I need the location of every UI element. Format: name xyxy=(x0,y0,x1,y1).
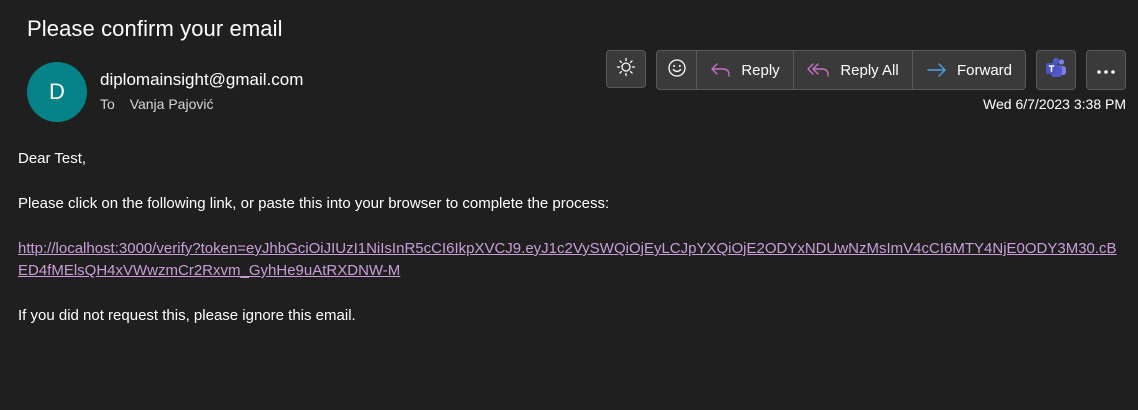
recipient-row: To Vanja Pajović xyxy=(100,96,213,112)
teams-button[interactable] xyxy=(1036,50,1076,90)
reply-icon xyxy=(710,61,732,79)
verify-link[interactable]: http://localhost:3000/verify?token=eyJhb… xyxy=(18,238,1123,282)
reaction-button[interactable] xyxy=(657,51,697,89)
reply-all-label: Reply All xyxy=(840,61,899,79)
message-body: Dear Test, Please click on the following… xyxy=(18,148,1123,350)
greeting-text: Dear Test, xyxy=(18,150,87,167)
reply-label: Reply xyxy=(741,61,780,79)
message-actions-group: Reply Reply All Forward xyxy=(656,50,1026,90)
avatar-initial: D xyxy=(49,79,65,104)
received-date: Wed 6/7/2023 3:38 PM xyxy=(983,96,1126,112)
reply-button[interactable]: Reply xyxy=(697,51,794,89)
email-subject: Please confirm your email xyxy=(27,16,283,41)
recipient-name[interactable]: Vanja Pajović xyxy=(130,96,214,112)
reply-all-icon xyxy=(807,61,831,79)
sender-address[interactable]: diplomainsight@gmail.com xyxy=(100,70,303,90)
teams-icon xyxy=(1044,57,1068,83)
theme-toggle-button[interactable] xyxy=(606,50,646,88)
email-reading-pane: Please confirm your email D diplomainsig… xyxy=(0,0,1138,410)
instruction-text: Please click on the following link, or p… xyxy=(18,195,610,212)
sender-avatar[interactable]: D xyxy=(27,62,87,122)
forward-icon xyxy=(926,61,948,79)
more-actions-button[interactable] xyxy=(1086,50,1126,90)
sun-icon xyxy=(616,57,636,81)
forward-label: Forward xyxy=(956,61,1012,79)
smiley-icon xyxy=(667,58,687,82)
reply-all-button[interactable]: Reply All xyxy=(794,51,913,89)
to-label: To xyxy=(100,96,115,112)
more-icon xyxy=(1096,62,1116,79)
forward-button[interactable]: Forward xyxy=(913,51,1025,89)
footer-text: If you did not request this, please igno… xyxy=(18,307,356,324)
